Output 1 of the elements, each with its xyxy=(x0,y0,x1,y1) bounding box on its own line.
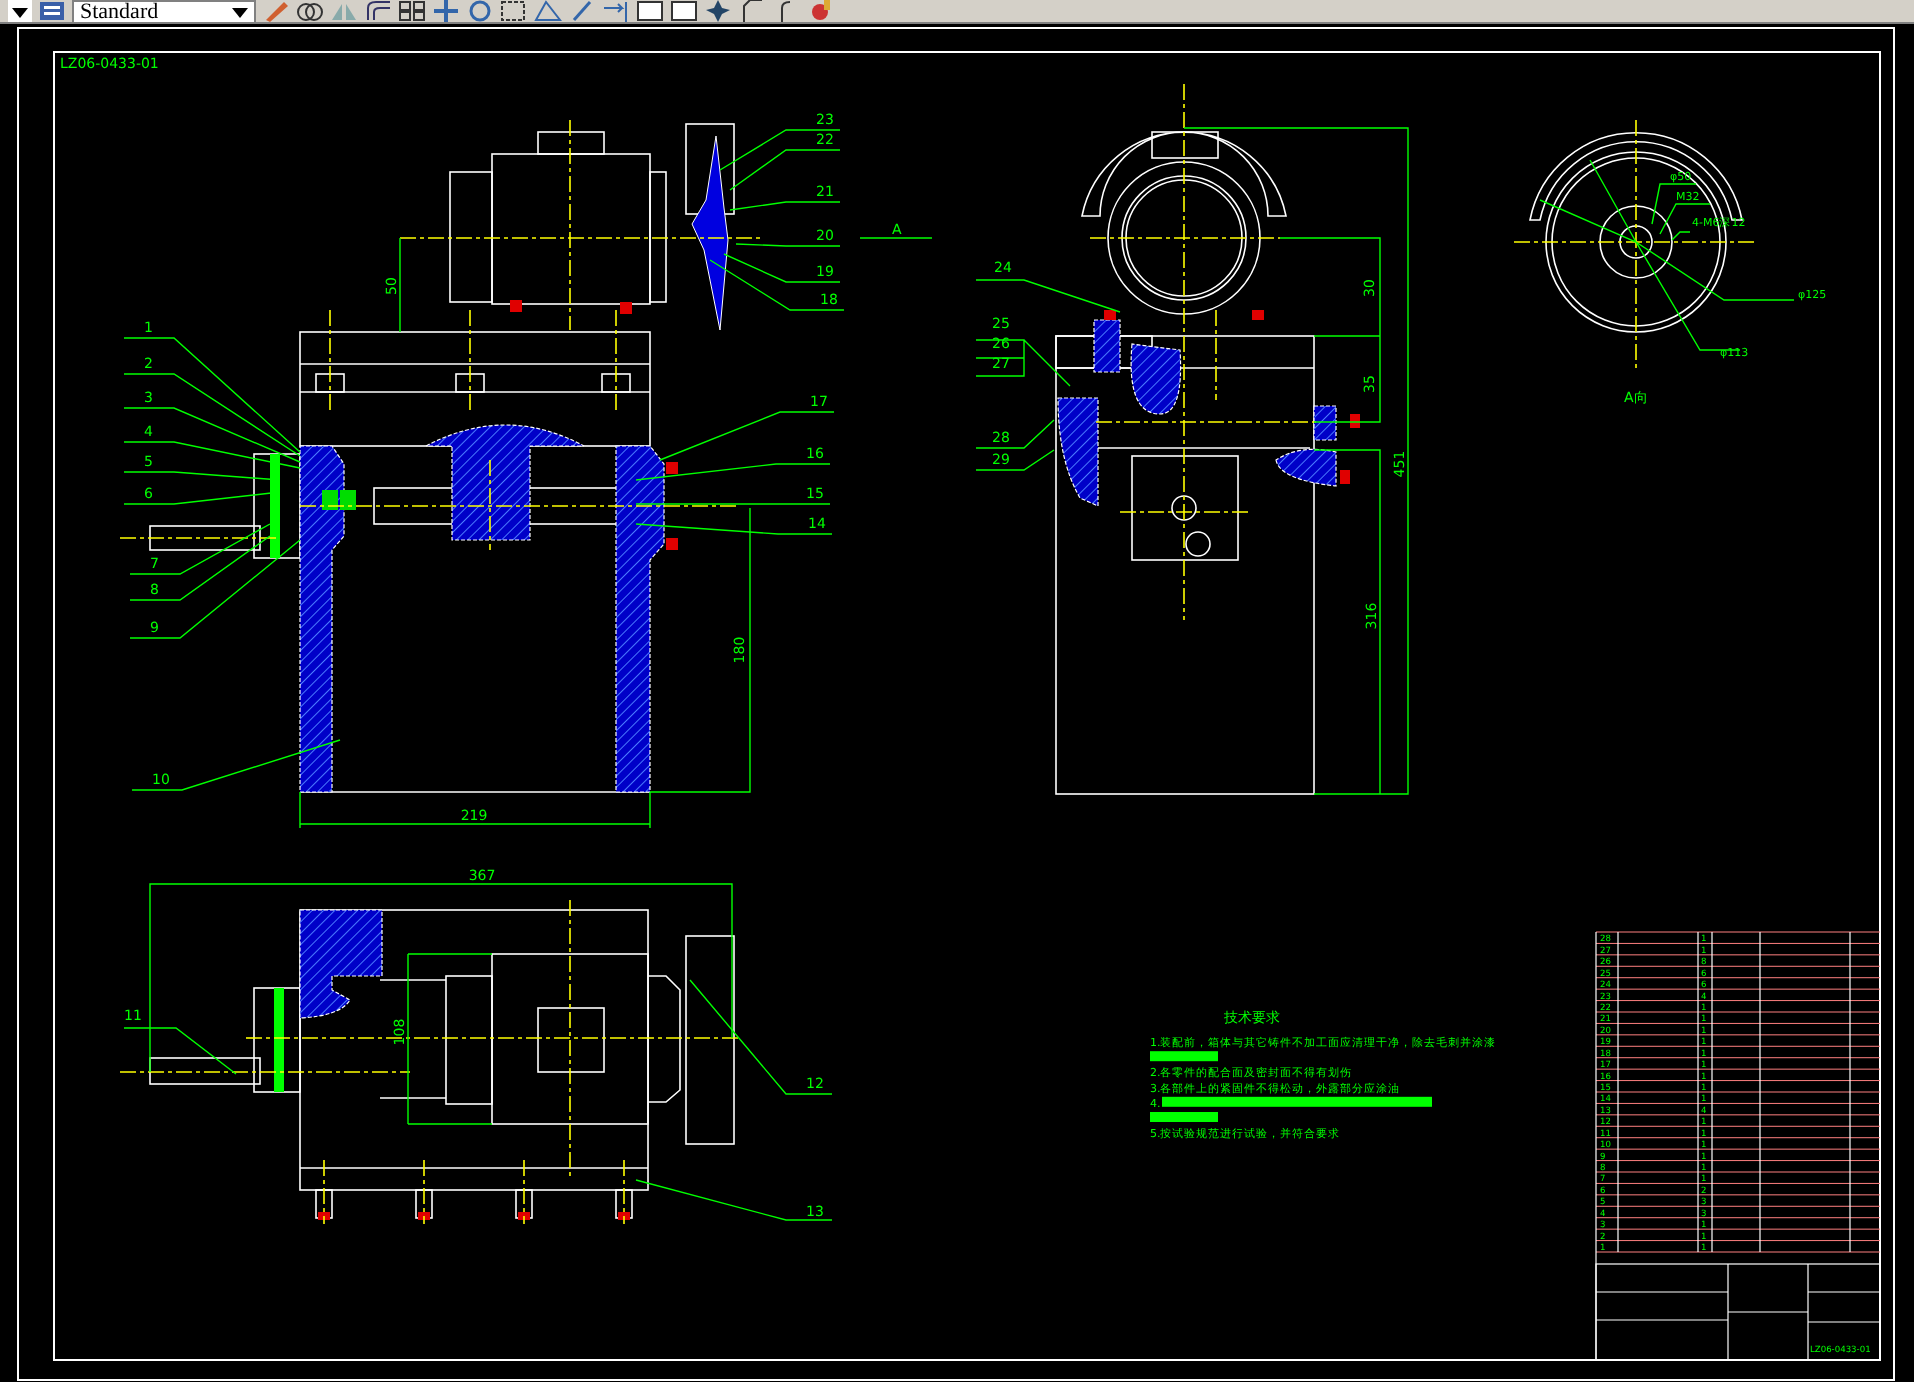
style-dropdown[interactable]: Standard xyxy=(72,0,256,22)
